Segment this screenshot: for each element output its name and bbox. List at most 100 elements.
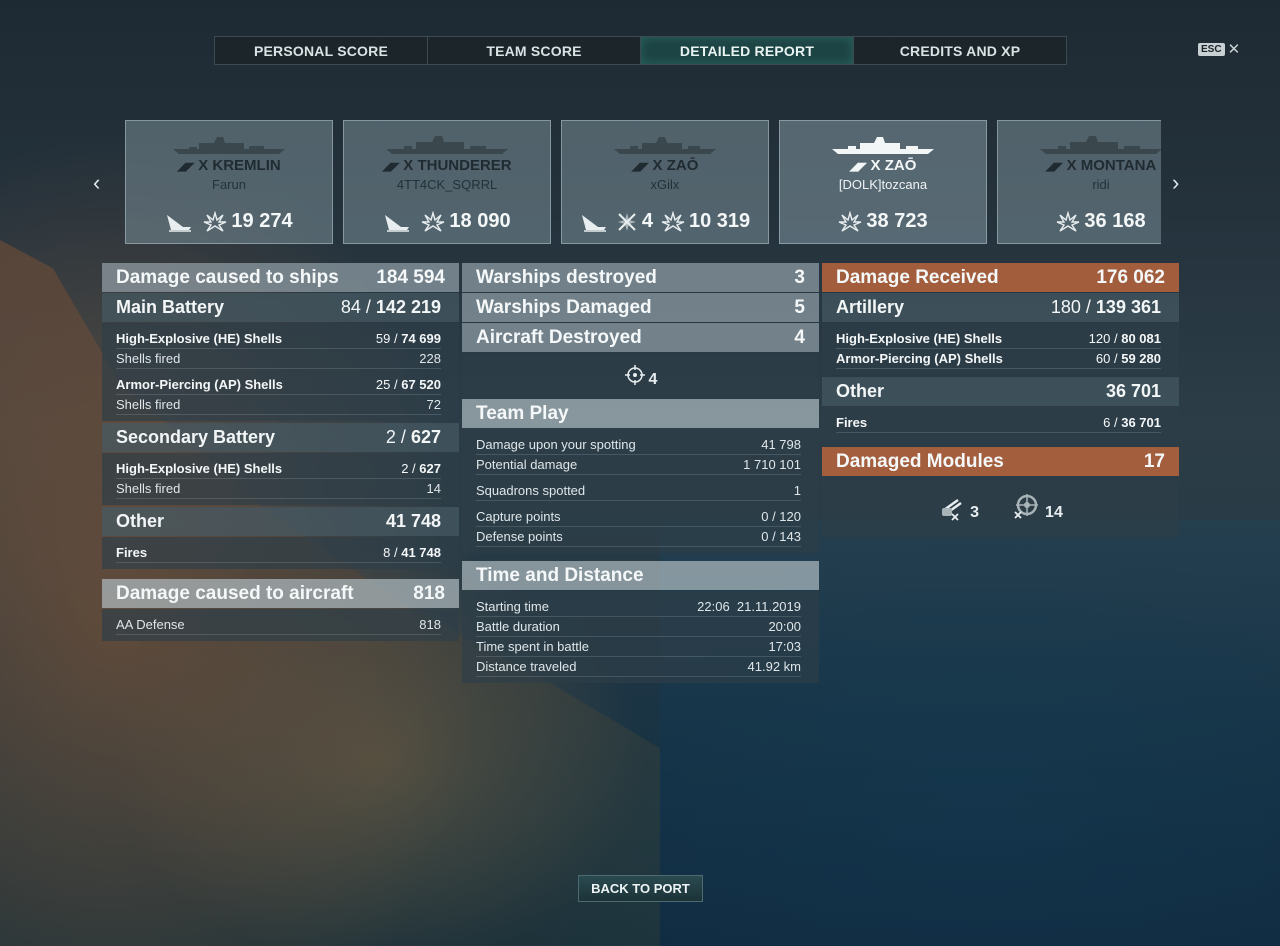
defense-points-row: Defense points 0 / 143: [476, 527, 801, 547]
ship-card-player[interactable]: ◢◤ X ZAŌ [DOLK]tozcana 38 723: [779, 120, 987, 244]
time-in-battle-row: Time spent in battle 17:03: [476, 637, 801, 657]
potential-damage-row: Potential damage 1 710 101: [476, 455, 801, 475]
damage-burst-icon: [204, 210, 227, 232]
planes-value: 4: [641, 210, 653, 232]
results-panel: Warships destroyed 3 Warships Damaged 5 Ai…: [462, 263, 819, 685]
ship-card[interactable]: ◢◤ X MONTANA ridi 36 168: [997, 120, 1161, 244]
esc-key-label: ESC: [1198, 42, 1225, 56]
player-name: [DOLK]tozcana: [838, 177, 928, 192]
damaged-modules-header: Damaged Modules 17: [822, 447, 1179, 476]
spotted-ships-stat: 4: [462, 353, 819, 397]
ship-carousel: ◢◤ X KREMLIN Farun 19 274 ◢◤ X THUNDERER 4…: [125, 120, 1161, 244]
he-shells-row: High-Explosive (HE) Shells 59 / 74 699: [116, 329, 441, 349]
next-arrow-button[interactable]: ›: [1172, 170, 1179, 196]
back-to-port-button[interactable]: BACK TO PORT: [578, 875, 703, 902]
damage-value: 10 319: [688, 210, 751, 232]
warships-destroyed-header: Warships destroyed 3: [462, 263, 819, 292]
spotting-damage-row: Damage upon your spotting 41 798: [476, 435, 801, 455]
player-name: Farun: [212, 177, 246, 192]
secondary-battery-details: High-Explosive (HE) Shells 2 / 627 Shells…: [102, 453, 459, 505]
shells-fired-row: Shells fired 228: [116, 349, 441, 369]
other-received-header: Other 36 701: [822, 377, 1179, 406]
cruiser-class-icon: ◢◤: [849, 161, 867, 173]
player-name: 4TT4CK_SQRRL: [396, 177, 498, 192]
battleship-silhouette-icon: [386, 136, 508, 154]
steering-gear-icon: [1014, 494, 1039, 519]
cruiser-silhouette-icon: [614, 137, 716, 154]
damage-ships-header: Damage caused to ships 184 594: [102, 263, 459, 292]
player-name: xGilx: [650, 177, 680, 192]
damage-burst-icon: [839, 210, 862, 232]
damage-value: 36 168: [1084, 210, 1146, 232]
damaged-modules-icons: 3 14: [822, 477, 1179, 537]
capture-points-row: Capture points 0 / 120: [476, 507, 801, 527]
main-battery-header: Main Battery 84 / 142 219: [102, 293, 459, 322]
distance-row: Distance traveled 41.92 km: [476, 657, 801, 677]
cruiser-silhouette-icon: [832, 137, 934, 154]
aa-details: AA Defense 818: [102, 609, 459, 641]
close-button[interactable]: ESC ✕: [1198, 40, 1240, 58]
main-battery-details: High-Explosive (HE) Shells 59 / 74 699 Sh…: [102, 323, 459, 421]
time-distance-header: Time and Distance: [462, 561, 819, 590]
team-play-details: Damage upon your spotting 41 798 Potentia…: [462, 429, 819, 553]
team-play-header: Team Play: [462, 399, 819, 428]
ship-name: X THUNDERER: [403, 157, 512, 174]
steering-module-stat: 14: [1009, 492, 1063, 522]
battle-duration-row: Battle duration 20:00: [476, 617, 801, 637]
battleship-class-icon: ◢◤: [382, 161, 400, 173]
sunk-ship-icon: [385, 214, 410, 232]
damage-received-panel: Damage Received 176 062 Artillery 180 / 13…: [822, 263, 1179, 537]
he-shells-row: High-Explosive (HE) Shells 120 / 80 081: [836, 329, 1161, 349]
damage-value: 38 723: [866, 210, 928, 232]
spotted-count: 4: [648, 371, 658, 388]
battleship-class-icon: ◢◤: [177, 161, 195, 173]
close-icon: ✕: [1227, 41, 1241, 58]
damage-value: 19 274: [231, 210, 293, 232]
gun-module-stat: 3: [938, 492, 979, 522]
other-header: Other 41 748: [102, 507, 459, 536]
battleship-silhouette-icon: [173, 137, 285, 154]
damage-burst-icon: [1057, 210, 1080, 232]
other-details: Fires 8 / 41 748: [102, 537, 459, 569]
ship-card[interactable]: ◢◤ X THUNDERER 4TT4CK_SQRRL 18 090: [343, 120, 551, 244]
damage-burst-icon: [422, 210, 445, 232]
crosshair-icon: [624, 365, 645, 385]
tab-detailed-report[interactable]: DETAILED REPORT: [641, 37, 854, 64]
time-distance-details: Starting time 22:06 21.11.2019 Battle dur…: [462, 591, 819, 683]
damage-value: 18 090: [449, 210, 511, 232]
damage-dealt-panel: Damage caused to ships 184 594 Main Batte…: [102, 263, 459, 643]
artillery-details: High-Explosive (HE) Shells 120 / 80 081 A…: [822, 323, 1179, 375]
prev-arrow-button[interactable]: ‹: [93, 170, 100, 196]
ship-card[interactable]: ◢◤ X KREMLIN Farun 19 274: [125, 120, 333, 244]
aa-defense-row: AA Defense 818: [116, 615, 441, 635]
tab-bar: PERSONAL SCORE TEAM SCORE DETAILED REPOR…: [214, 36, 1067, 65]
ship-card[interactable]: ◢◤ X ZAŌ xGilx 4 10 319: [561, 120, 769, 244]
aircraft-destroyed-header: Aircraft Destroyed 4: [462, 323, 819, 352]
cruiser-class-icon: ◢◤: [631, 161, 649, 173]
ship-name: X KREMLIN: [198, 157, 281, 174]
sunk-ship-icon: [167, 214, 192, 232]
aircraft-destroyed-icon: [617, 212, 636, 231]
ship-name: X MONTANA: [1066, 157, 1157, 174]
steering-module-count: 14: [1045, 504, 1063, 521]
sunk-ship-icon: [581, 214, 606, 232]
ap-shells-row: Armor-Piercing (AP) Shells 60 / 59 280: [836, 349, 1161, 369]
damage-received-header: Damage Received 176 062: [822, 263, 1179, 292]
tab-credits-xp[interactable]: CREDITS AND XP: [854, 37, 1066, 64]
other-received-details: Fires 6 / 36 701: [822, 407, 1179, 439]
damage-aircraft-header: Damage caused to aircraft 818: [102, 579, 459, 608]
battleship-class-icon: ◢◤: [1045, 161, 1063, 173]
ap-shells-row: Armor-Piercing (AP) Shells 25 / 67 520: [116, 375, 441, 395]
battleship-silhouette-icon: [1040, 136, 1161, 154]
tab-team-score[interactable]: TEAM SCORE: [428, 37, 641, 64]
he-shells-row: High-Explosive (HE) Shells 2 / 627: [116, 459, 441, 479]
tab-personal-score[interactable]: PERSONAL SCORE: [215, 37, 428, 64]
warships-damaged-header: Warships Damaged 5: [462, 293, 819, 322]
secondary-battery-header: Secondary Battery 2 / 627: [102, 423, 459, 452]
gun-turret-icon: [942, 498, 962, 521]
ship-name: X ZAŌ: [652, 157, 699, 174]
damage-burst-icon: [661, 210, 685, 232]
ship-name: X ZAŌ: [870, 157, 917, 174]
squadrons-spotted-row: Squadrons spotted 1: [476, 481, 801, 501]
starting-time-row: Starting time 22:06 21.11.2019: [476, 597, 801, 617]
